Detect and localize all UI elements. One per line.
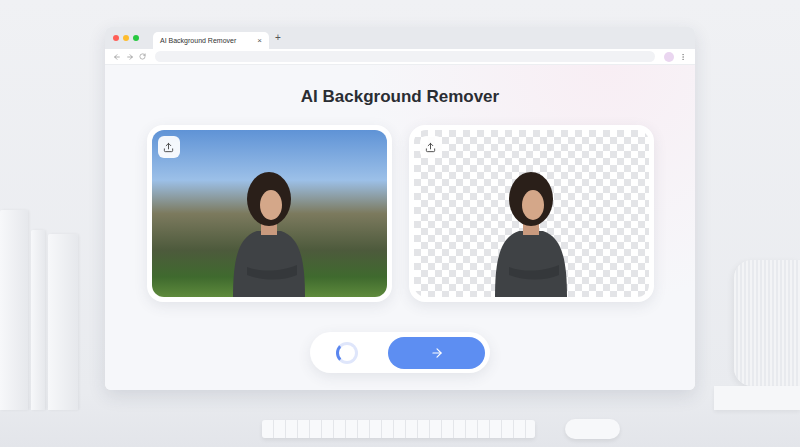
cutout-image [414,130,649,297]
desk [0,410,800,447]
new-tab-button[interactable]: + [275,33,281,43]
page-title: AI Background Remover [301,87,499,107]
stage: AI Background Remover×+AI Background Rem… [0,0,800,410]
browser-tab[interactable]: AI Background Remover× [153,32,269,49]
speaker [734,260,800,386]
keyboard [262,420,535,438]
person-figure-icon [489,157,573,297]
original-image [152,130,387,297]
process-button[interactable] [388,337,485,369]
mouse [565,419,620,439]
upload-button[interactable] [420,136,442,158]
speaker-stand [714,386,800,410]
forward-icon[interactable] [126,53,134,61]
upload-icon [163,142,174,153]
menu-icon[interactable] [679,53,687,61]
window-controls [113,35,139,41]
address-field[interactable] [155,51,655,62]
maximize-dot[interactable] [133,35,139,41]
address-row [105,49,695,65]
books [0,0,105,410]
desk-scene: AI Background Remover×+AI Background Rem… [0,0,800,447]
tab-bar: AI Background Remover× + [105,27,695,49]
image-card [409,125,654,302]
page-content: AI Background Remover [105,65,695,390]
person-figure-icon [227,157,311,297]
book [0,210,28,410]
reload-icon[interactable] [139,53,146,60]
profile-avatar[interactable] [664,52,674,62]
loading-spinner-icon [336,342,358,364]
back-icon[interactable] [113,53,121,61]
tab-close[interactable]: × [257,37,262,45]
book [48,234,78,410]
image-card [147,125,392,302]
action-bar [310,332,490,373]
upload-button[interactable] [158,136,180,158]
minimize-dot[interactable] [123,35,129,41]
upload-icon [425,142,436,153]
arrow-right-icon [430,346,444,360]
close-dot[interactable] [113,35,119,41]
image-panels [147,125,654,302]
browser-window: AI Background Remover×+AI Background Rem… [105,27,695,390]
book [31,230,45,410]
speaker-area [695,0,800,410]
